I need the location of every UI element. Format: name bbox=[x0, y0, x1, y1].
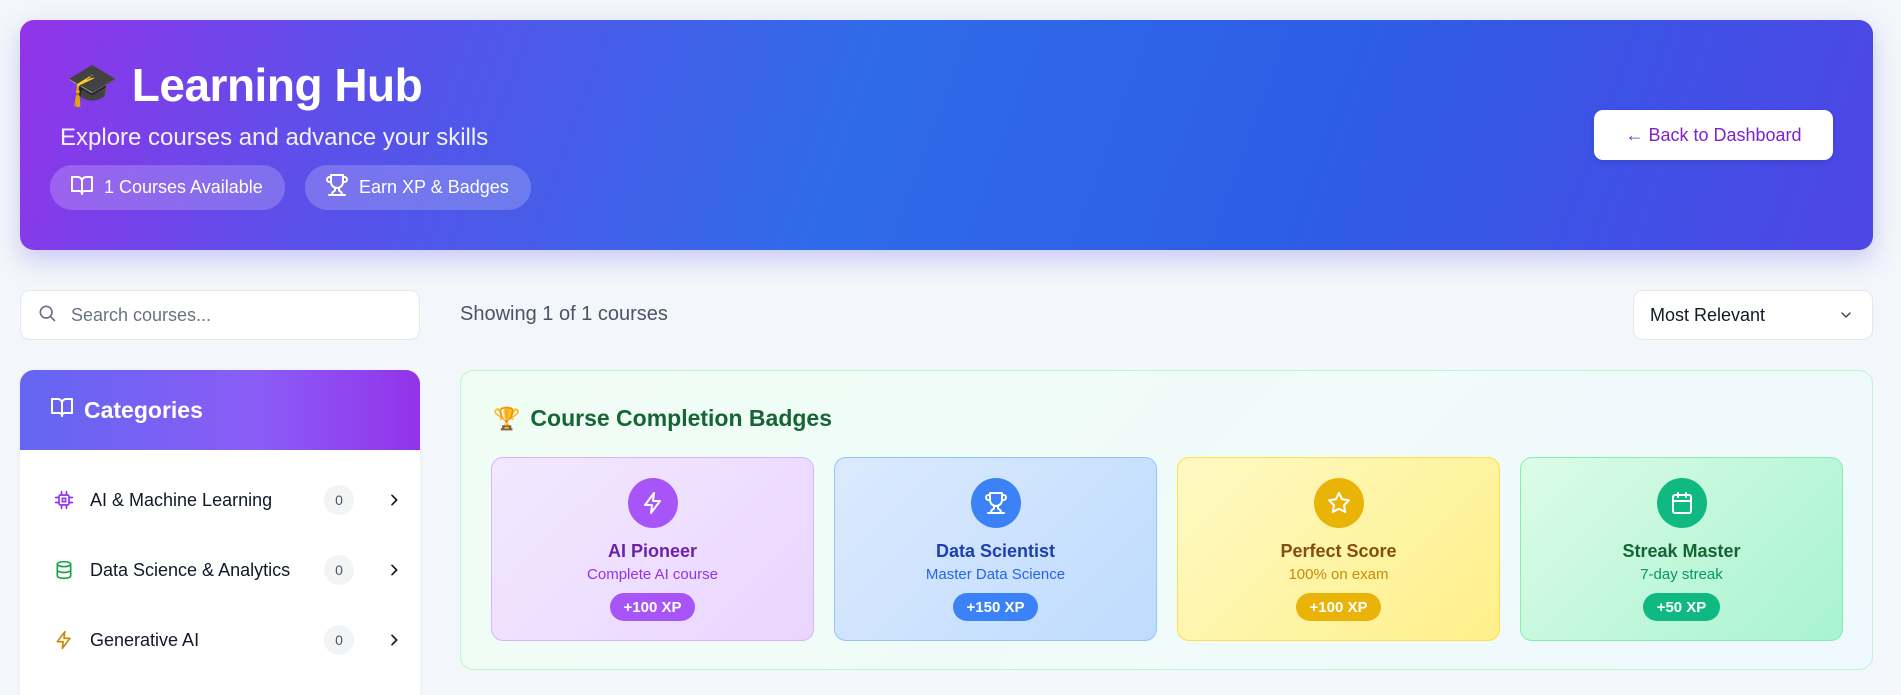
trophy-icon bbox=[325, 173, 349, 202]
courses-available-label: 1 Courses Available bbox=[104, 177, 263, 197]
badge-name: Data Scientist bbox=[935, 541, 1056, 561]
category-item-generative-ai[interactable]: Generative AI 0 bbox=[20, 615, 420, 665]
category-count-badge: 0 bbox=[324, 625, 354, 655]
category-count-badge: 0 bbox=[324, 485, 354, 515]
trophy-icon bbox=[970, 478, 1021, 528]
graduation-cap-icon: 🎓 bbox=[66, 61, 118, 108]
back-to-dashboard-button[interactable]: ← Back to Dashboard bbox=[1594, 110, 1833, 160]
badges-title-text: Course Completion Badges bbox=[530, 405, 833, 431]
results-count-text: Showing 1 of 1 courses bbox=[460, 303, 668, 325]
categories-panel: Categories AI & Machine Learning 0 Data … bbox=[20, 370, 420, 695]
category-label: Generative AI bbox=[90, 629, 200, 650]
badge-name: AI Pioneer bbox=[607, 541, 698, 561]
chevron-down-icon bbox=[1841, 312, 1851, 318]
sort-selected-value: Most Relevant bbox=[1650, 304, 1766, 325]
badge-name: Perfect Score bbox=[1280, 541, 1397, 561]
hero-banner: 🎓 Learning Hub Explore courses and advan… bbox=[20, 20, 1873, 250]
badge-name: Streak Master bbox=[1622, 541, 1741, 561]
badges-title: 🏆 Course Completion Badges bbox=[493, 405, 832, 432]
lightning-icon bbox=[54, 630, 74, 650]
cpu-chip-icon bbox=[54, 490, 74, 510]
badge-card-perfect-score: Perfect Score 100% on exam +100 XP bbox=[1177, 457, 1500, 641]
star-icon bbox=[1313, 478, 1364, 528]
earn-xp-label: Earn XP & Badges bbox=[359, 177, 509, 197]
lightning-icon bbox=[627, 478, 678, 528]
sort-select[interactable]: Most Relevant bbox=[1633, 290, 1873, 340]
badge-xp: +50 XP bbox=[1642, 593, 1721, 621]
badge-description: Complete AI course bbox=[587, 566, 718, 583]
trophy-icon: 🏆 bbox=[493, 405, 521, 431]
badge-description: 7-day streak bbox=[1640, 566, 1723, 583]
search-box[interactable] bbox=[20, 290, 420, 340]
categories-title: Categories bbox=[84, 396, 203, 423]
page-title: 🎓 Learning Hub bbox=[66, 58, 423, 112]
category-label: Data Science & Analytics bbox=[90, 559, 291, 580]
badge-xp: +100 XP bbox=[1295, 593, 1382, 621]
badge-xp: +150 XP bbox=[952, 593, 1039, 621]
badge-xp: +100 XP bbox=[609, 593, 696, 621]
badge-card-streak-master: Streak Master 7-day streak +50 XP bbox=[1520, 457, 1843, 641]
category-label: AI & Machine Learning bbox=[90, 489, 273, 510]
course-badges-panel: 🏆 Course Completion Badges AI Pioneer Co… bbox=[460, 370, 1873, 670]
page-subtitle: Explore courses and advance your skills bbox=[60, 124, 489, 151]
courses-available-pill: 1 Courses Available bbox=[50, 165, 285, 210]
calendar-icon bbox=[1656, 478, 1707, 528]
search-icon bbox=[37, 303, 57, 328]
categories-header: Categories bbox=[20, 370, 420, 450]
page-title-text: Learning Hub bbox=[131, 59, 423, 111]
category-count-badge: 0 bbox=[324, 555, 354, 585]
badge-description: Master Data Science bbox=[925, 566, 1066, 583]
chevron-right-icon bbox=[391, 634, 398, 646]
badge-description: 100% on exam bbox=[1288, 566, 1389, 583]
book-open-icon bbox=[70, 173, 94, 202]
badge-card-ai-pioneer: AI Pioneer Complete AI course +100 XP bbox=[491, 457, 814, 641]
category-item-ai-ml[interactable]: AI & Machine Learning 0 bbox=[20, 475, 420, 525]
earn-xp-pill: Earn XP & Badges bbox=[305, 165, 531, 210]
book-open-icon bbox=[50, 395, 74, 425]
database-icon bbox=[54, 560, 74, 580]
chevron-right-icon bbox=[391, 494, 398, 506]
badge-card-data-scientist: Data Scientist Master Data Science +150 … bbox=[834, 457, 1157, 641]
category-item-data-science[interactable]: Data Science & Analytics 0 bbox=[20, 545, 420, 595]
chevron-right-icon bbox=[391, 564, 398, 576]
search-input[interactable] bbox=[71, 304, 391, 326]
